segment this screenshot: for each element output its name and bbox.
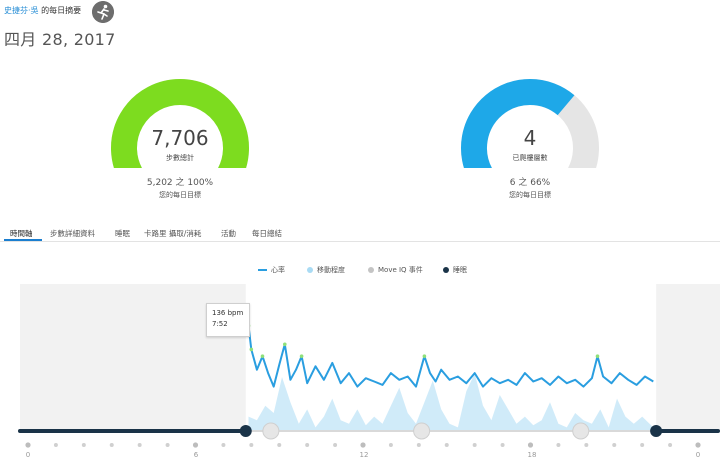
steps-gauge[interactable]: 7,706 步數總計 5,202 之 100% 您的每日目標 bbox=[110, 78, 250, 208]
sleep-shade bbox=[656, 284, 720, 431]
legend-heart-rate[interactable]: 心率 bbox=[258, 265, 285, 275]
tooltip-value: 136 bpm bbox=[212, 309, 244, 317]
heart-rate-peak bbox=[595, 354, 600, 358]
steps-progress: 5,202 之 100% bbox=[146, 178, 214, 188]
movement-legend-dot bbox=[307, 267, 313, 273]
hour-tick bbox=[165, 443, 170, 447]
heart-rate-peak bbox=[422, 354, 427, 358]
runner-icon bbox=[92, 1, 114, 23]
hour-tick bbox=[333, 443, 338, 447]
tab-calories[interactable]: 卡路里 攝取/消耗 bbox=[144, 228, 201, 239]
cycling-marker[interactable] bbox=[262, 422, 280, 440]
hour-tick bbox=[584, 443, 589, 447]
hour-tick bbox=[695, 442, 701, 448]
hour-tick bbox=[444, 443, 449, 447]
hour-tick bbox=[612, 443, 617, 447]
avatar[interactable] bbox=[92, 1, 114, 23]
steps-label: 步數總計 bbox=[166, 154, 194, 162]
hour-tick bbox=[192, 442, 199, 448]
hour-tick bbox=[556, 443, 561, 447]
tab-daily-summary[interactable]: 每日總結 bbox=[252, 228, 282, 239]
floors-gauge[interactable]: 4 已爬樓層數 6 之 66% 您的每日目標 bbox=[460, 78, 600, 208]
heart-rate-peak bbox=[249, 347, 254, 352]
cycling-marker[interactable] bbox=[572, 422, 590, 440]
hour-tick bbox=[305, 443, 310, 447]
hour-tick bbox=[277, 443, 282, 447]
tab-sleep[interactable]: 睡眠 bbox=[115, 228, 130, 239]
legend-move-iq[interactable]: Move IQ 事件 bbox=[368, 265, 423, 275]
heart-rate-legend-line bbox=[258, 269, 267, 271]
page-date: 四月 28, 2017 bbox=[4, 30, 116, 49]
x-tick-label: 18 bbox=[527, 451, 537, 459]
move-iq-legend-dot bbox=[368, 267, 374, 273]
tab-activities[interactable]: 活動 bbox=[221, 228, 236, 239]
x-tick-label: 12 bbox=[359, 451, 369, 459]
hour-tick bbox=[360, 442, 366, 448]
heart-rate-peak bbox=[260, 354, 265, 358]
legend-movement-label: 移動程度 bbox=[317, 266, 345, 274]
x-tick-label: 0 bbox=[25, 451, 31, 459]
legend-movement[interactable]: 移動程度 bbox=[307, 265, 345, 275]
hour-tick bbox=[472, 443, 477, 447]
hour-tick bbox=[137, 443, 142, 447]
steps-value: 7,706 bbox=[151, 126, 209, 150]
walking-marker[interactable] bbox=[413, 422, 431, 440]
tab-timeline[interactable]: 時間軸 bbox=[10, 228, 33, 239]
legend-sleep[interactable]: 睡眠 bbox=[443, 265, 467, 275]
hour-tick bbox=[500, 443, 505, 447]
legend-move-iq-label: Move IQ 事件 bbox=[378, 266, 423, 274]
hour-tick bbox=[388, 443, 393, 447]
hour-tick bbox=[109, 443, 114, 447]
x-tick-label: 0 bbox=[695, 451, 701, 459]
legend-heart-rate-label: 心率 bbox=[271, 266, 285, 274]
x-tick-label: 6 bbox=[193, 451, 199, 459]
timeline-chart[interactable] bbox=[0, 280, 720, 476]
tooltip-time: 7:52 bbox=[212, 320, 228, 328]
floors-goal-label: 您的每日目標 bbox=[509, 191, 551, 199]
heart-rate-peak bbox=[299, 354, 304, 358]
summary-header: 史捷芬·吳 的每日摘要 bbox=[4, 5, 81, 16]
hour-tick bbox=[640, 443, 645, 447]
legend-sleep-label: 睡眠 bbox=[453, 266, 467, 274]
hour-tick bbox=[527, 442, 534, 448]
floors-value: 4 bbox=[523, 126, 537, 150]
hour-tick bbox=[221, 443, 226, 447]
sleep-start-marker bbox=[650, 425, 663, 437]
hour-tick bbox=[249, 443, 254, 447]
floors-label: 已爬樓層數 bbox=[512, 154, 548, 162]
hour-tick bbox=[668, 443, 673, 447]
summary-title: 的每日摘要 bbox=[38, 6, 82, 15]
hour-tick bbox=[81, 443, 86, 447]
hour-tick bbox=[53, 443, 58, 447]
hour-tick bbox=[25, 442, 31, 448]
heart-rate-tooltip: 136 bpm 7:52 bbox=[206, 303, 250, 337]
tab-bar: 時間軸 步數詳細資料 睡眠 卡路里 攝取/消耗 活動 每日總結 bbox=[0, 222, 720, 242]
hour-tick bbox=[416, 443, 421, 447]
wake-marker bbox=[239, 425, 252, 437]
tab-step-details[interactable]: 步數詳細資料 bbox=[50, 228, 95, 239]
sleep-legend-dot bbox=[443, 267, 449, 273]
heart-rate-peak bbox=[283, 342, 287, 347]
floors-progress: 6 之 66% bbox=[509, 178, 551, 188]
active-tab-indicator bbox=[4, 239, 42, 241]
steps-goal-label: 您的每日目標 bbox=[159, 191, 201, 199]
user-name-link[interactable]: 史捷芬·吳 bbox=[4, 6, 39, 15]
